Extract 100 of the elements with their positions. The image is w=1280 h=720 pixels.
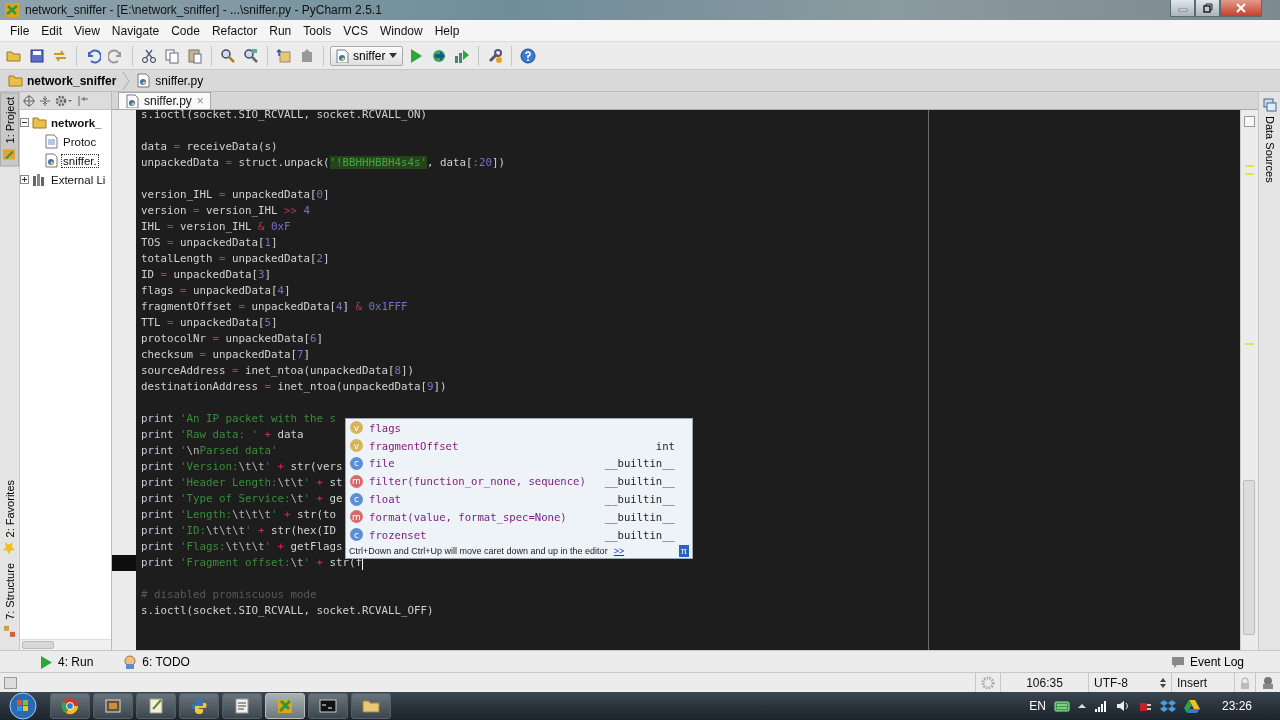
start-button-icon[interactable] (8, 692, 38, 720)
code-line: fragmentOffset = unpackedData[4] & 0x1FFF (141, 299, 408, 315)
tool-window-tab[interactable]: 7: Structure (0, 559, 19, 642)
inspector-icon[interactable] (1261, 675, 1275, 690)
menu-item[interactable]: Refactor (205, 20, 264, 41)
menu-item[interactable]: Edit (35, 20, 69, 41)
completion-item[interactable]: m format(value, format_spec=None) __builtin__ (346, 508, 692, 526)
chart-run-icon[interactable] (454, 47, 471, 64)
tool-window-tab[interactable]: 4: Run (33, 653, 100, 670)
volume-icon[interactable] (1115, 699, 1130, 713)
page-arrow-icon[interactable] (276, 47, 292, 64)
settings-icon[interactable] (487, 47, 504, 64)
menu-item[interactable]: Tools (297, 20, 338, 41)
app-icon (276, 697, 294, 715)
taskbar-button[interactable] (222, 693, 262, 719)
taskbar-button[interactable] (308, 693, 348, 719)
cut-icon[interactable] (141, 47, 157, 64)
target-icon[interactable] (23, 94, 35, 107)
window-title: network_sniffer - [E:\network_sniffer] - ...\sniffer.py - PyCharm 2.5.1 (25, 3, 382, 17)
expand-box-icon[interactable] (20, 175, 29, 184)
completion-item[interactable]: m filter(function_or_none, sequence) __builtin__ (346, 472, 692, 491)
chevron-icon (122, 71, 131, 90)
taskbar-button[interactable] (351, 693, 391, 719)
keyboard-icon[interactable] (1053, 700, 1070, 712)
code-line: print 'Raw data: ' + data (141, 427, 304, 443)
updown-icon[interactable] (1160, 677, 1166, 688)
editor-tab[interactable]: sniffer.py × (118, 92, 211, 109)
gear-icon[interactable] (55, 94, 73, 107)
tool-window-tab[interactable]: Event Log (1164, 653, 1250, 670)
marker-stripe[interactable] (1245, 343, 1254, 345)
tool-window-tab[interactable]: 1: Project (0, 92, 19, 167)
tree-item[interactable]: network_ (50, 116, 103, 129)
code-line: destinationAddress = inet_ntoa(unpackedData[9]) (141, 379, 447, 395)
close-button[interactable] (1220, 0, 1262, 17)
close-tab-button[interactable]: × (196, 94, 204, 108)
encoding-selector[interactable]: UTF-8 (1094, 675, 1128, 690)
tray-arrow-icon[interactable] (1077, 702, 1086, 710)
python-file-icon (136, 73, 152, 88)
completion-item[interactable]: c frozenset __builtin__ (346, 525, 692, 544)
taskbar-button[interactable] (179, 693, 219, 719)
menu-item[interactable]: Navigate (105, 20, 166, 41)
more-link[interactable]: >> (613, 545, 625, 556)
collapse-box-icon[interactable] (20, 118, 29, 127)
speech-bubble-icon (1170, 654, 1185, 669)
menu-item[interactable]: View (68, 20, 106, 41)
database-icon (1262, 98, 1277, 112)
paste-icon[interactable] (187, 47, 203, 64)
menu-item[interactable]: Code (165, 20, 206, 41)
inspection-indicator-icon[interactable] (1244, 116, 1255, 127)
clock[interactable]: 23:26 (1221, 699, 1252, 713)
minimize-button[interactable] (1170, 0, 1195, 17)
tree-item[interactable]: External Li (50, 173, 107, 186)
folder-icon (362, 697, 380, 715)
save-icon[interactable] (29, 47, 45, 64)
tool-window-tab[interactable]: 2: Favorites (0, 475, 19, 560)
code-line: s.ioctl(socket.SIO_RCVALL, socket.RCVALL_OFF) (141, 603, 434, 619)
undo-icon[interactable] (85, 47, 101, 64)
tree-item[interactable]: sniffer. (62, 154, 98, 167)
kind-badge: m (350, 510, 363, 524)
tool-window-tab[interactable]: Data Sources (1260, 94, 1279, 187)
menu-item[interactable]: File (4, 20, 36, 41)
taskbar-button[interactable] (136, 693, 176, 719)
copy-icon[interactable] (164, 47, 180, 64)
code-line: print '\nParsed data' (141, 443, 278, 459)
python-file-icon (125, 94, 139, 108)
language-indicator[interactable]: EN (1029, 699, 1046, 713)
completion-item[interactable]: c file __builtin__ (346, 454, 692, 473)
breadcrumb[interactable]: sniffer.py (134, 73, 206, 88)
code-line: s.ioctl(socket.SIO_RCVALL, socket.RCVALL_ON) (141, 110, 427, 123)
run-configuration-dropdown[interactable]: sniffer (330, 45, 404, 66)
help-icon[interactable] (520, 47, 537, 64)
pin-button[interactable]: π (678, 544, 689, 557)
triangle-logo-icon[interactable] (1183, 699, 1200, 713)
panel-toggle-icon[interactable] (4, 676, 17, 689)
menu-item[interactable]: Help (428, 20, 466, 41)
tree-item[interactable]: Protoc (62, 135, 98, 148)
dropbox-icon[interactable] (1159, 699, 1176, 713)
completion-item[interactable]: v flags (346, 419, 692, 437)
taskbar-button[interactable] (93, 693, 133, 719)
code-line: print 'Type of Service:\t' + ge (141, 491, 343, 507)
taskbar-button[interactable] (50, 693, 90, 719)
tool-window-tab[interactable]: 6: TODO (117, 653, 196, 670)
restore-button[interactable] (1195, 0, 1220, 17)
replace-icon[interactable] (243, 47, 259, 64)
hint-text: Ctrl+Down and Ctrl+Up will move caret down and up in the editor (349, 545, 608, 556)
insert-mode[interactable]: Insert (1177, 675, 1207, 690)
menu-item[interactable]: Window (373, 20, 429, 41)
completion-item[interactable]: c float __builtin__ (346, 490, 692, 508)
breadcrumb[interactable]: network_sniffer (6, 73, 119, 88)
scrollbar-thumb[interactable] (22, 641, 54, 649)
menu-item[interactable]: VCS (337, 20, 374, 41)
completion-item[interactable]: v fragmentOffset int (346, 436, 692, 455)
signal-icon[interactable] (1093, 700, 1108, 712)
search-icon[interactable] (220, 47, 236, 64)
menu-item[interactable]: Run (263, 20, 298, 41)
caret-position[interactable]: 106:35 (1026, 675, 1063, 690)
scrollbar-thumb[interactable] (1243, 480, 1255, 635)
hide-icon[interactable] (77, 94, 89, 107)
collapse-icon[interactable] (39, 94, 51, 107)
kind-badge: m (350, 474, 363, 488)
